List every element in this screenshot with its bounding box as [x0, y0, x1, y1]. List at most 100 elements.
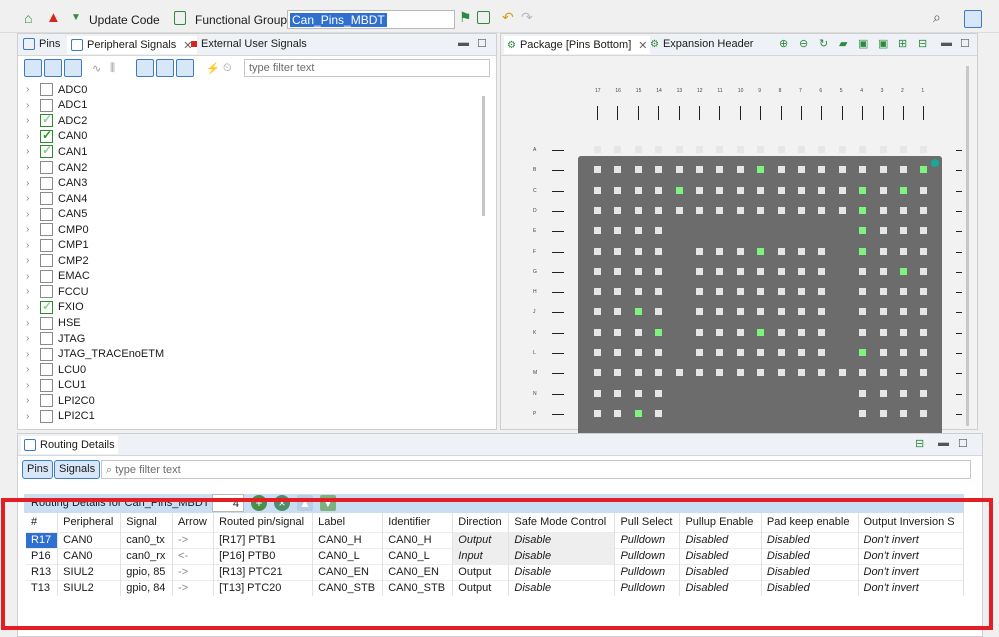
- chevron-right-icon[interactable]: ›: [26, 224, 36, 235]
- package-pin[interactable]: [634, 267, 642, 275]
- package-pin[interactable]: [920, 166, 928, 174]
- column-header[interactable]: Signal: [120, 513, 174, 532]
- folder-icon[interactable]: ▰: [839, 37, 847, 50]
- table-cell[interactable]: Don't invert: [858, 531, 964, 548]
- table-cell[interactable]: Input: [452, 547, 510, 564]
- chevron-right-icon[interactable]: ›: [26, 364, 36, 375]
- tree-item[interactable]: › CMP0: [22, 222, 89, 238]
- tree-checkbox[interactable]: [40, 207, 53, 221]
- package-canvas[interactable]: 17 16 15 14 13 12 11 10 9 8 7 6 5 4 3 2 1 A B C D E F G H J K L M N P: [501, 56, 977, 456]
- package-pin[interactable]: [859, 247, 867, 255]
- package-pin[interactable]: [879, 267, 887, 275]
- package-pin[interactable]: [594, 186, 601, 194]
- input-filter-icon[interactable]: [156, 59, 174, 77]
- package-pin[interactable]: [798, 146, 805, 153]
- chevron-right-icon[interactable]: ›: [26, 100, 36, 111]
- export-icon[interactable]: ⊟: [918, 37, 927, 50]
- package-pin[interactable]: [594, 308, 601, 316]
- package-pin[interactable]: [818, 186, 826, 194]
- tree-item[interactable]: › LCU0: [22, 362, 86, 378]
- package-pin[interactable]: [859, 288, 867, 296]
- move-up-icon[interactable]: ▲: [297, 495, 313, 511]
- package-pin[interactable]: [838, 166, 846, 174]
- package-pin[interactable]: [879, 349, 887, 356]
- tree-item[interactable]: › LPI2C1: [22, 409, 95, 425]
- package-pin[interactable]: [614, 308, 622, 316]
- package-pin[interactable]: [859, 369, 867, 377]
- package-pin[interactable]: [696, 206, 703, 214]
- package-pin[interactable]: [777, 166, 785, 174]
- tree-item[interactable]: › CAN4: [22, 191, 87, 207]
- maximize-icon[interactable]: ☐: [960, 37, 970, 50]
- package-pin[interactable]: [614, 206, 622, 214]
- package-pin[interactable]: [920, 267, 928, 275]
- package-pin[interactable]: [818, 206, 826, 214]
- table-row[interactable]: P16 CAN0 can0_rx <- [P16] PTB0 CAN0_L CAN0_L In…: [26, 547, 964, 564]
- package-pin[interactable]: [634, 227, 642, 235]
- tab-pins[interactable]: Pins: [23, 38, 60, 50]
- package-pin[interactable]: [594, 146, 601, 153]
- table-cell[interactable]: Don't invert: [858, 547, 964, 564]
- tree-checkbox[interactable]: [40, 143, 53, 159]
- package-pin[interactable]: [634, 349, 642, 356]
- chevron-right-icon[interactable]: ›: [26, 84, 36, 95]
- pins-bottom-icon[interactable]: ▣: [878, 37, 888, 50]
- package-pin[interactable]: [655, 247, 663, 255]
- tree-item[interactable]: › FXIO: [22, 299, 84, 316]
- tree-checkbox[interactable]: [40, 176, 53, 190]
- package-pin[interactable]: [818, 247, 826, 255]
- package-pin[interactable]: [859, 349, 867, 356]
- home-icon[interactable]: ⌂: [24, 10, 40, 26]
- table-cell[interactable]: Pulldown: [614, 531, 681, 548]
- package-pin[interactable]: [859, 206, 867, 214]
- tree-item[interactable]: › JTAG: [22, 331, 85, 347]
- table-cell[interactable]: Disabled: [679, 563, 762, 580]
- package-pin[interactable]: [634, 247, 642, 255]
- package-pin[interactable]: [614, 227, 622, 235]
- table-cell[interactable]: T13: [26, 579, 59, 596]
- column-header[interactable]: Pull Select: [614, 513, 681, 532]
- package-pin[interactable]: [798, 166, 805, 174]
- chevron-right-icon[interactable]: ›: [26, 411, 36, 422]
- tree-checkbox[interactable]: [40, 223, 53, 237]
- column-header[interactable]: Direction: [452, 513, 510, 532]
- table-cell[interactable]: CAN0: [57, 547, 122, 564]
- table-cell[interactable]: Output: [452, 579, 510, 596]
- package-pin[interactable]: [594, 409, 601, 417]
- package-pin[interactable]: [736, 349, 744, 356]
- routing-count[interactable]: 4: [212, 494, 244, 512]
- package-pin[interactable]: [859, 409, 867, 417]
- package-pin[interactable]: [777, 247, 785, 255]
- package-pin[interactable]: [716, 146, 724, 153]
- package-pin[interactable]: [879, 146, 887, 153]
- package-pin[interactable]: [655, 227, 663, 235]
- package-pin[interactable]: [594, 267, 601, 275]
- chip-icon[interactable]: ⊞: [898, 37, 907, 50]
- tree-checkbox[interactable]: [40, 285, 53, 299]
- package-pin[interactable]: [920, 349, 928, 356]
- package-pin[interactable]: [900, 288, 907, 296]
- chevron-right-icon[interactable]: ›: [26, 349, 36, 360]
- tab-external-user-signals[interactable]: External User Signals: [191, 38, 307, 50]
- package-pin[interactable]: [859, 186, 867, 194]
- forward-icon[interactable]: ↷: [521, 9, 537, 25]
- update-code-icon[interactable]: ▼: [71, 12, 87, 28]
- package-pin[interactable]: [716, 206, 724, 214]
- table-cell[interactable]: CAN0_EN: [382, 563, 454, 580]
- search-icon[interactable]: ⌕: [933, 9, 949, 25]
- table-cell[interactable]: Output: [452, 531, 510, 548]
- expand-all-icon[interactable]: [24, 59, 42, 77]
- package-pin[interactable]: [655, 146, 663, 153]
- package-pin[interactable]: [736, 146, 744, 153]
- package-pin[interactable]: [798, 186, 805, 194]
- chevron-right-icon[interactable]: ›: [26, 193, 36, 204]
- table-cell[interactable]: [T13] PTC20: [213, 579, 314, 596]
- package-pin[interactable]: [757, 267, 765, 275]
- package-pin[interactable]: [696, 166, 703, 174]
- chevron-right-icon[interactable]: ›: [26, 146, 36, 157]
- column-header[interactable]: Safe Mode Control: [508, 513, 616, 532]
- package-pin[interactable]: [594, 389, 601, 397]
- table-cell[interactable]: CAN0_STB: [382, 579, 454, 596]
- table-cell[interactable]: <-: [172, 547, 215, 564]
- pins-top-icon[interactable]: ▣: [858, 37, 868, 50]
